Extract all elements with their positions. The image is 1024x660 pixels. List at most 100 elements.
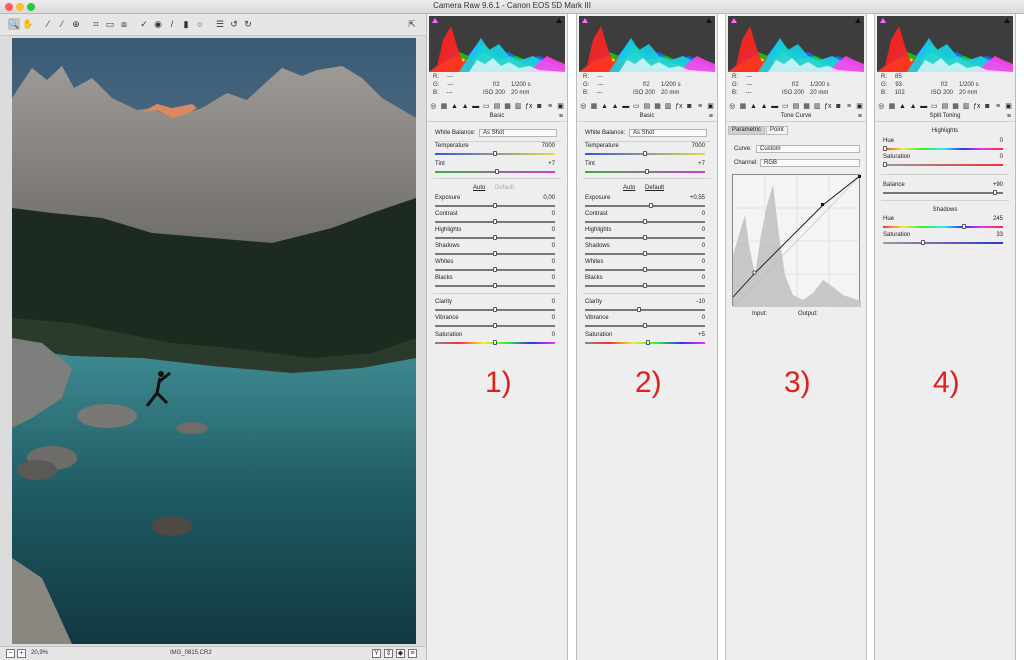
slider-track[interactable] [435,267,555,272]
white-balance-icon[interactable]: ⁄ [42,18,54,30]
panel-tab-icon[interactable]: ▥ [664,102,673,111]
slider-track[interactable] [435,235,555,240]
slider-knob[interactable] [646,340,650,345]
slider-track[interactable] [585,340,705,345]
panel-tab-icon[interactable]: ◎ [877,102,886,111]
slider-knob[interactable] [643,267,647,272]
panel-tab-icon[interactable]: ƒx [674,102,683,111]
slider-value[interactable]: 0 [552,299,555,305]
slider-value[interactable]: 0 [702,243,705,249]
white-balance-select[interactable]: As Shot [629,129,707,137]
slider-knob[interactable] [493,151,497,156]
slider-knob[interactable] [643,151,647,156]
slider-track[interactable] [435,340,555,345]
shadow-clip-icon[interactable] [432,18,438,23]
slider-knob[interactable] [493,251,497,256]
slider-knob[interactable] [645,169,649,174]
slider-knob[interactable] [643,235,647,240]
slider-value[interactable]: 0 [552,243,555,249]
copy-settings-button[interactable]: ◆ [396,649,405,658]
crop-icon[interactable]: ⌗ [90,18,102,30]
panel-tab-icon[interactable]: ▦ [951,102,960,111]
slider-knob[interactable] [962,224,966,229]
rotate-left-icon[interactable]: ↺ [228,18,240,30]
panel-tab-icon[interactable]: ▥ [813,102,822,111]
straighten-icon[interactable]: ▭ [104,18,116,30]
panel-tab-icon[interactable]: ▲ [600,102,609,111]
slider-value[interactable]: 7000 [542,143,555,149]
panel-tab-icon[interactable]: ▦ [653,102,662,111]
color-sampler-icon[interactable]: ⁄ [56,18,68,30]
slider-track[interactable] [585,151,705,156]
image-canvas[interactable] [0,36,426,646]
panel-tab-icon[interactable]: ▬ [621,102,630,111]
panel-tab-icon[interactable]: ▤ [941,102,950,111]
radial-filter-icon[interactable]: ○ [194,18,206,30]
spot-removal-icon[interactable]: ✓ [138,18,150,30]
slider-knob[interactable] [493,323,497,328]
slider-knob[interactable] [495,169,499,174]
slider-value[interactable]: 0 [702,315,705,321]
slider-track[interactable] [435,169,555,174]
slider-value[interactable]: +7 [548,161,555,167]
slider-value[interactable]: +0,55 [690,195,705,201]
slider-value[interactable]: -10 [696,299,705,305]
panel-tab-icon[interactable]: ▭ [781,102,790,111]
slider-knob[interactable] [643,219,647,224]
zoom-icon[interactable]: 🔍 [8,18,20,30]
slider-track[interactable] [585,235,705,240]
adjustment-brush-icon[interactable]: / [166,18,178,30]
slider-knob[interactable] [493,283,497,288]
slider-value[interactable]: 0 [702,275,705,281]
panel-tab-icon[interactable]: ▥ [962,102,971,111]
panel-tab-icon[interactable]: ▤ [643,102,652,111]
slider-value[interactable]: 0 [702,211,705,217]
panel-tab-icon[interactable]: ▬ [471,102,480,111]
slider-value[interactable]: 0 [702,227,705,233]
slider-track[interactable] [585,251,705,256]
slider-track[interactable] [883,240,1003,245]
slider-knob[interactable] [643,283,647,288]
red-eye-icon[interactable]: ◉ [152,18,164,30]
default-button[interactable]: Default [645,185,664,191]
slider-track[interactable] [883,146,1003,151]
swap-settings-button[interactable]: ⇕ [384,649,393,658]
highlight-clip-icon[interactable] [855,18,861,23]
auto-button[interactable]: Auto [623,185,635,191]
panel-tab-icon[interactable]: ≡ [845,102,854,111]
panel-tab-icon[interactable]: ▣ [1004,102,1013,111]
graduated-filter-icon[interactable]: ▮ [180,18,192,30]
slider-track[interactable] [585,169,705,174]
panel-tab-icon[interactable]: ▭ [632,102,641,111]
slider-knob[interactable] [883,162,887,167]
panel-tab-icon[interactable]: ▤ [493,102,502,111]
slider-knob[interactable] [493,235,497,240]
slider-track[interactable] [585,323,705,328]
panel-menu-icon[interactable]: ≡ [1007,113,1011,120]
panel-tab-icon[interactable]: ◎ [429,102,438,111]
slider-track[interactable] [883,162,1003,167]
preferences-icon[interactable]: ☰ [214,18,226,30]
slider-knob[interactable] [921,240,925,245]
zoom-in-button[interactable]: + [17,649,26,658]
slider-value[interactable]: 33 [996,232,1003,238]
hand-icon[interactable]: ✋ [22,18,34,30]
slider-value[interactable]: +5 [698,332,705,338]
slider-value[interactable]: 0 [1000,154,1003,160]
zoom-out-button[interactable]: − [6,649,15,658]
panel-tab-icon[interactable]: ▲ [760,102,769,111]
panel-tab-icon[interactable]: ▤ [792,102,801,111]
curve-select[interactable]: Custom [756,145,860,153]
slider-knob[interactable] [493,219,497,224]
panel-tab-icon[interactable]: ▦ [590,102,599,111]
panel-tab-icon[interactable]: ƒx [972,102,981,111]
channel-select[interactable]: RGB [760,159,860,167]
panel-tab-icon[interactable]: ▣ [855,102,864,111]
white-balance-select[interactable]: As Shot [479,129,557,137]
slider-track[interactable] [435,203,555,208]
panel-tab-icon[interactable]: ƒx [823,102,832,111]
panel-menu-icon[interactable]: ≡ [858,113,862,120]
panel-tab-icon[interactable]: ◙ [685,102,694,111]
slider-value[interactable]: 0 [552,315,555,321]
panel-tab-icon[interactable]: ▣ [706,102,715,111]
